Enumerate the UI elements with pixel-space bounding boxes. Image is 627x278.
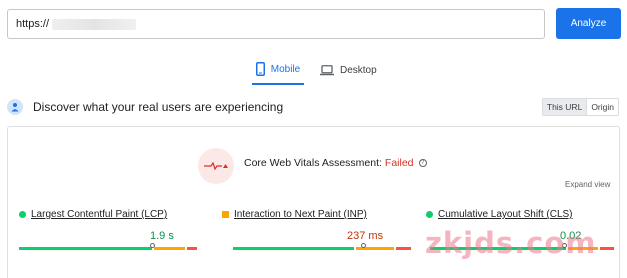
- metric-lcp: Largest Contentful Paint (LCP) 1.9 s: [19, 209, 201, 250]
- bar-good: [19, 247, 152, 250]
- p75-marker: [150, 243, 155, 248]
- watermark: zkjds.com: [425, 226, 597, 260]
- assessment-title: Core Web Vitals Assessment: Failed ?: [244, 157, 427, 169]
- metric-inp: Interaction to Next Paint (INP) 237 ms: [222, 209, 411, 250]
- failed-pulse-icon: [198, 148, 234, 184]
- url-input[interactable]: https://: [7, 9, 545, 39]
- laptop-icon: [320, 64, 334, 75]
- users-icon: [7, 99, 23, 115]
- analyze-button[interactable]: Analyze: [556, 8, 621, 39]
- bar-average: [154, 247, 185, 250]
- average-status-icon: [222, 211, 229, 218]
- tab-mobile[interactable]: Mobile: [252, 55, 304, 85]
- device-tabs: Mobile Desktop: [0, 55, 627, 85]
- origin-button[interactable]: Origin: [587, 99, 618, 115]
- url-origin-toggle: This URL Origin: [541, 98, 619, 116]
- this-url-button[interactable]: This URL: [542, 99, 588, 115]
- url-text: https://: [16, 18, 50, 30]
- help-icon[interactable]: ?: [418, 159, 427, 167]
- bar-poor: [187, 247, 197, 250]
- metric-inp-label[interactable]: Interaction to Next Paint (INP): [234, 209, 367, 220]
- bar-poor: [396, 247, 411, 250]
- p75-marker: [361, 243, 366, 248]
- metric-lcp-value: 1.9 s: [150, 230, 174, 242]
- mobile-icon: [255, 62, 265, 76]
- expand-view-link[interactable]: Expand view: [565, 180, 610, 189]
- good-status-icon: [426, 211, 433, 218]
- assessment-prefix: Core Web Vitals Assessment:: [244, 157, 382, 169]
- metric-lcp-label[interactable]: Largest Contentful Paint (LCP): [31, 209, 167, 220]
- tab-desktop[interactable]: Desktop: [320, 55, 380, 85]
- bar-good: [233, 247, 354, 250]
- metric-cls-label[interactable]: Cumulative Layout Shift (CLS): [438, 209, 573, 220]
- metric-inp-value: 237 ms: [347, 230, 384, 242]
- tab-desktop-label: Desktop: [340, 64, 377, 76]
- good-status-icon: [19, 211, 26, 218]
- discover-heading: Discover what your real users are experi…: [33, 100, 284, 114]
- distribution-bar: [19, 247, 199, 250]
- metric-cls: Cumulative Layout Shift (CLS) 0.02: [426, 209, 614, 250]
- field-data-header: Discover what your real users are experi…: [7, 96, 619, 118]
- tab-mobile-label: Mobile: [270, 63, 301, 75]
- assessment-status: Failed: [384, 157, 414, 169]
- url-redacted: [52, 18, 137, 30]
- distribution-bar: [233, 247, 413, 250]
- bar-poor: [600, 247, 614, 250]
